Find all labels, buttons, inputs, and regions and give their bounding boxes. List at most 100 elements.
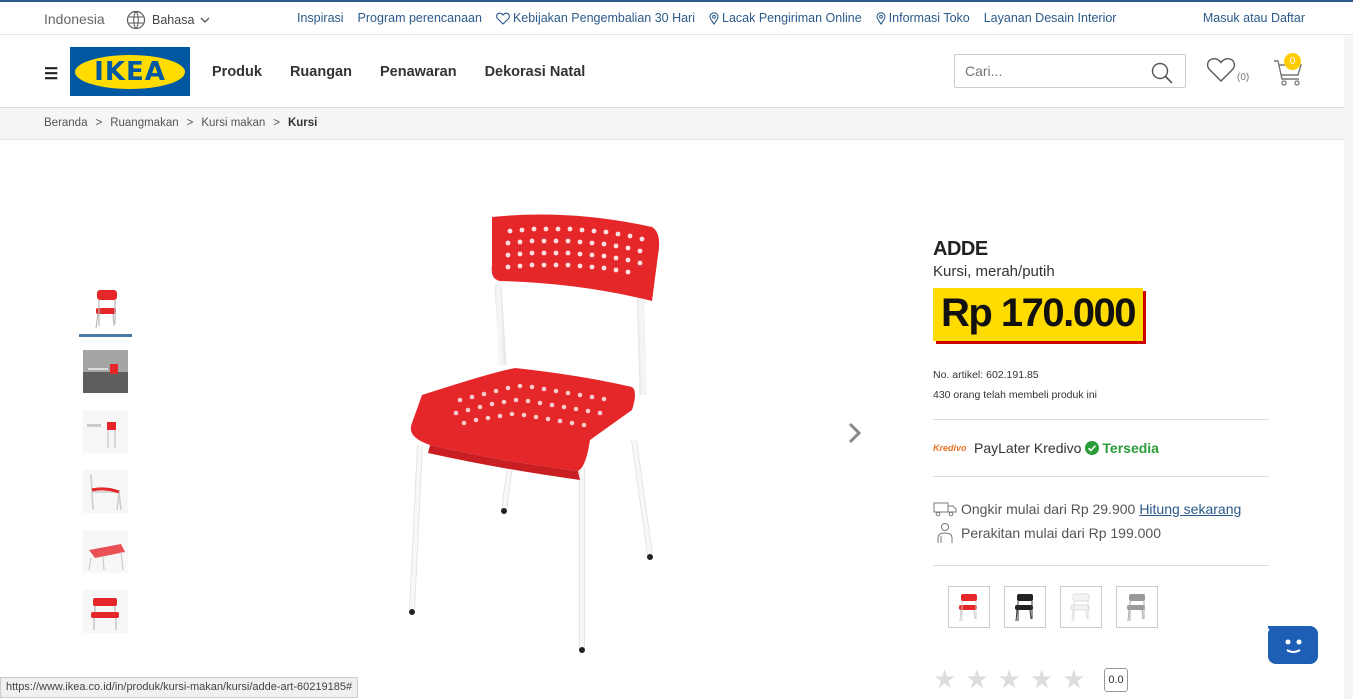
thumbnail-3[interactable]	[79, 405, 132, 457]
link-informasi-toko[interactable]: Informasi Toko	[876, 11, 970, 25]
breadcrumb-item-kursi: Kursi	[287, 117, 318, 129]
chat-bot-button[interactable]	[1266, 626, 1318, 664]
chair-detail-image	[83, 589, 128, 633]
star-icon: ★	[965, 664, 989, 694]
search-input[interactable]	[955, 55, 1135, 87]
chair-black-thumbnail	[1015, 594, 1033, 622]
star-icon: ★	[1029, 664, 1054, 694]
rating-stars: ★ ★ ★ ★ ★	[933, 664, 1086, 695]
color-variants	[933, 565, 1269, 628]
variant-black[interactable]	[1004, 586, 1046, 628]
delivery-info: Ongkir mulai dari Rp 29.900 Hitung sekar…	[933, 476, 1269, 545]
breadcrumb-item-ruangmakan[interactable]: Ruangmakan	[110, 117, 178, 130]
heart-icon	[1206, 58, 1236, 82]
kredivo-label: PayLater Kredivo	[974, 440, 1082, 456]
menu-icon[interactable]: ☰	[44, 64, 58, 84]
thumbnail-list	[79, 283, 132, 645]
scrollbar[interactable]	[1344, 36, 1353, 699]
product-info: ADDE Kursi, merah/putih Rp 170.000 No. a…	[933, 238, 1269, 628]
product-name: ADDE	[933, 238, 988, 260]
link-layanan-desain[interactable]: Layanan Desain Interior	[984, 11, 1117, 25]
logo-ellipse: IKEA	[75, 54, 185, 89]
thumbnail-5[interactable]	[79, 525, 132, 577]
room-scene-image	[83, 409, 128, 453]
wishlist-button[interactable]: (0)	[1206, 56, 1249, 83]
shipping-text: Ongkir mulai dari Rp 29.900	[961, 501, 1136, 517]
search-icon[interactable]	[1151, 62, 1173, 84]
ikea-logo[interactable]: IKEA	[70, 47, 190, 96]
check-circle-icon	[1085, 441, 1100, 455]
top-links: Inspirasi Program perencanaan Kebijakan …	[297, 11, 1116, 25]
availability-label: Tersedia	[1102, 440, 1159, 456]
heart-icon	[495, 12, 510, 25]
location-pin-icon	[709, 11, 719, 25]
main-nav: Produk Ruangan Penawaran Dekorasi Natal	[212, 64, 585, 80]
bought-count: 430 orang telah membeli produk ini	[933, 389, 1098, 401]
product-meta: No. artikel: 602.191.85 430 orang telah …	[933, 365, 1269, 405]
variant-red[interactable]	[948, 586, 990, 628]
breadcrumb: Beranda > Ruangmakan > Kursi makan > Kur…	[0, 108, 1353, 140]
thumbnail-1[interactable]	[79, 283, 132, 337]
language-label: Bahasa	[152, 13, 195, 27]
variant-grey[interactable]	[1116, 586, 1158, 628]
chair-stacked-image	[83, 529, 128, 573]
top-bar: Indonesia Bahasa Inspirasi Program peren…	[0, 2, 1353, 35]
chair-red-thumbnail	[959, 594, 977, 622]
nav-penawaran[interactable]: Penawaran	[380, 64, 457, 80]
cart-button[interactable]: 0	[1272, 53, 1304, 92]
thumbnail-4[interactable]	[79, 465, 132, 517]
product-description: Kursi, merah/putih	[933, 263, 1055, 280]
thumbnail-6[interactable]	[79, 585, 132, 637]
link-label: Inspirasi	[297, 11, 344, 25]
location-pin-icon	[876, 11, 886, 25]
thumbnail-2[interactable]	[79, 345, 132, 397]
truck-icon	[933, 502, 957, 517]
breadcrumb-separator: >	[95, 117, 103, 129]
link-kebijakan-pengembalian[interactable]: Kebijakan Pengembalian 30 Hari	[495, 11, 695, 25]
globe-icon	[126, 10, 146, 30]
link-lacak-pengiriman[interactable]: Lacak Pengiriman Online	[709, 11, 862, 25]
availability-status: Tersedia	[1085, 440, 1159, 456]
chair-thumbnail-image	[94, 289, 117, 328]
star-icon: ★	[997, 664, 1021, 694]
link-label: Informasi Toko	[888, 11, 970, 25]
product-main-image[interactable]	[400, 205, 670, 660]
link-label: Layanan Desain Interior	[983, 11, 1117, 25]
star-icon: ★	[1062, 664, 1086, 694]
breadcrumb-item-beranda[interactable]: Beranda	[44, 117, 87, 130]
article-number: No. artikel: 602.191.85	[933, 369, 1039, 381]
login-link[interactable]: Masuk atau Daftar	[1203, 11, 1305, 25]
breadcrumb-separator: >	[186, 117, 194, 129]
chair-white-thumbnail	[1070, 593, 1090, 622]
chevron-right-icon[interactable]	[846, 420, 864, 452]
chat-bot-icon	[1266, 626, 1302, 653]
breadcrumb-item-kursi-makan[interactable]: Kursi makan	[201, 117, 265, 130]
kredivo-logo: Kredivo	[933, 443, 967, 453]
nav-dekorasi-natal[interactable]: Dekorasi Natal	[485, 64, 586, 80]
logo-text: IKEA	[94, 56, 166, 87]
status-bar-url: https://www.ikea.co.id/in/produk/kursi-m…	[0, 677, 359, 698]
country-label: Indonesia	[44, 11, 105, 27]
link-label: Kebijakan Pengembalian 30 Hari	[512, 11, 695, 25]
calculate-shipping-link[interactable]: Hitung sekarang	[1139, 501, 1241, 517]
cart-count-badge: 0	[1284, 53, 1301, 70]
nav-produk[interactable]: Produk	[212, 64, 262, 80]
search-box	[954, 54, 1186, 88]
chair-side-image	[83, 469, 128, 513]
shipping-row: Ongkir mulai dari Rp 29.900 Hitung sekar…	[933, 497, 1269, 521]
product-price: Rp 170.000	[933, 288, 1144, 341]
wishlist-count: (0)	[1237, 72, 1250, 83]
assembly-worker-icon	[937, 523, 953, 543]
chair-grey-thumbnail	[1127, 594, 1145, 622]
link-label: Lacak Pengiriman Online	[722, 11, 862, 25]
star-icon: ★	[933, 664, 957, 694]
variant-white[interactable]	[1060, 586, 1102, 628]
kredivo-paylater[interactable]: Kredivo PayLater Kredivo Tersedia	[933, 419, 1269, 456]
nav-ruangan[interactable]: Ruangan	[290, 64, 352, 80]
language-selector[interactable]: Bahasa	[126, 10, 210, 30]
link-inspirasi[interactable]: Inspirasi	[297, 11, 344, 25]
assembly-row: Perakitan mulai dari Rp 199.000	[933, 521, 1269, 545]
link-program-perencanaan[interactable]: Program perencanaan	[358, 11, 482, 25]
assembly-text: Perakitan mulai dari Rp 199.000	[961, 525, 1162, 541]
room-scene-image	[83, 349, 128, 393]
